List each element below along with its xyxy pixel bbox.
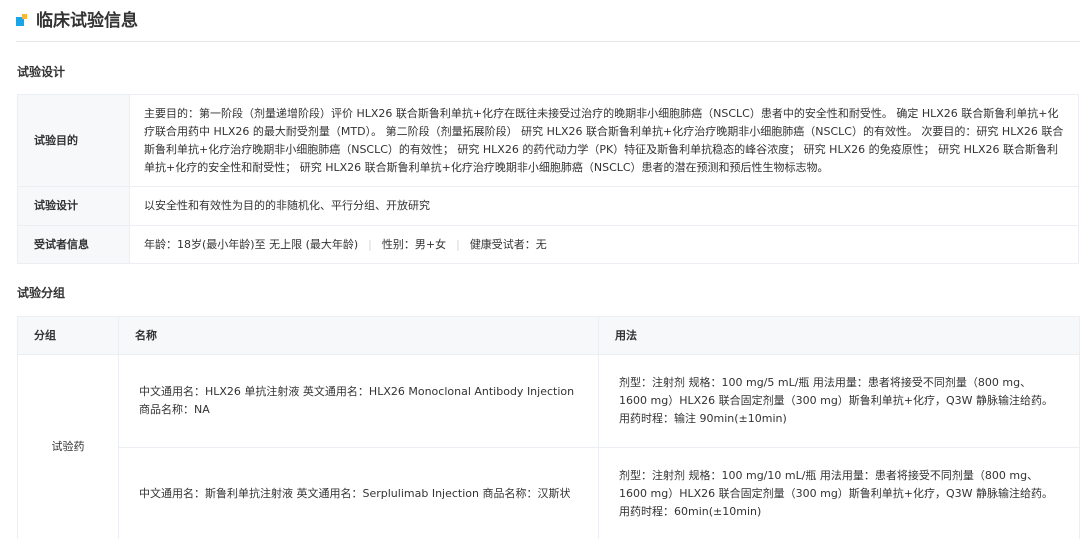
table-row: 中文通用名：斯鲁利单抗注射液 英文通用名：Serplulimab Injecti…: [18, 447, 1080, 539]
design-table: 试验目的 主要目的：第一阶段（剂量递增阶段）评价 HLX26 联合斯鲁利单抗+化…: [17, 94, 1079, 264]
table-row: 受试者信息 年龄：18岁(最小年龄)至 无上限 (最大年龄) | 性别：男+女 | 健康…: [17, 225, 1079, 264]
drug-usage: 剂型：注射剂 规格：100 mg/5 mL/瓶 用法用量：患者将接受不同剂量（8…: [598, 354, 1080, 448]
design-value: 以安全性和有效性为目的的非随机化、平行分组、开放研究: [129, 186, 1079, 226]
column-header: 用法: [598, 316, 1080, 355]
column-header: 名称: [118, 316, 599, 355]
sex-text: 性别：男+女: [381, 237, 447, 251]
objective-value: 主要目的：第一阶段（剂量递增阶段）评价 HLX26 联合斯鲁利单抗+化疗在既往未…: [129, 94, 1079, 187]
row-label: 受试者信息: [17, 225, 130, 264]
row-label: 试验目的: [17, 94, 130, 187]
drug-usage: 剂型：注射剂 规格：100 mg/10 mL/瓶 用法用量：患者将接受不同剂量（…: [598, 447, 1080, 539]
table-row: 试验设计 以安全性和有效性为目的的非随机化、平行分组、开放研究: [17, 186, 1079, 226]
table-header-row: 分组 名称 用法: [17, 316, 1080, 355]
healthy-text: 健康受试者：无: [469, 237, 547, 251]
table-row: 试验目的 主要目的：第一阶段（剂量递增阶段）评价 HLX26 联合斯鲁利单抗+化…: [17, 94, 1079, 187]
row-label: 试验设计: [17, 186, 130, 226]
design-section-title: 试验设计: [17, 65, 66, 79]
group-cell: 试验药: [17, 354, 119, 539]
page-title: 临床试验信息: [36, 11, 138, 31]
column-header: 分组: [17, 316, 119, 355]
groups-section-title: 试验分组: [17, 286, 66, 300]
drug-name: 中文通用名：HLX26 单抗注射液 英文通用名：HLX26 Monoclonal…: [118, 354, 599, 448]
divider: |: [456, 237, 460, 251]
drug-name: 中文通用名：斯鲁利单抗注射液 英文通用名：Serplulimab Injecti…: [118, 447, 599, 539]
divider: |: [368, 237, 372, 251]
subject-info: 年龄：18岁(最小年龄)至 无上限 (最大年龄) | 性别：男+女 | 健康受试者：无: [129, 225, 1079, 264]
table-row: 试验药 中文通用名：HLX26 单抗注射液 英文通用名：HLX26 Monocl…: [17, 354, 1080, 539]
groups-table: 分组 名称 用法 试验药 中文通用名：HLX26 单抗注射液 英文通用名：HLX…: [17, 316, 1080, 539]
page-header: 临床试验信息: [16, 0, 1080, 42]
age-text: 年龄：18岁(最小年龄)至 无上限 (最大年龄): [144, 237, 359, 251]
section-mark-icon: [16, 14, 27, 28]
